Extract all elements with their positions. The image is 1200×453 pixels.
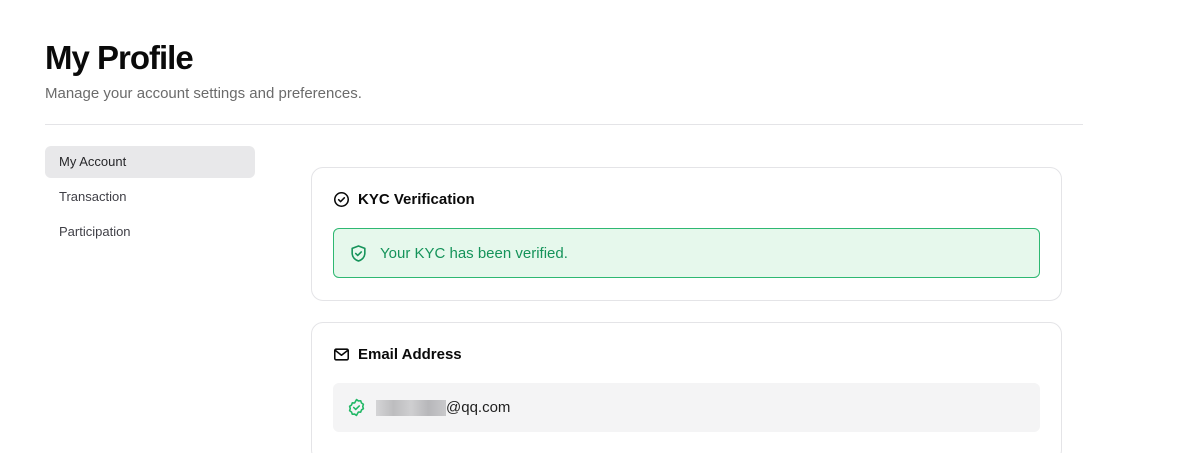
kyc-verification-card: KYC Verification Your KYC has been verif… [311, 167, 1062, 301]
sidebar-item-label: Participation [59, 224, 131, 239]
sidebar-item-label: My Account [59, 154, 127, 169]
sidebar-item-my-account[interactable]: My Account [45, 146, 255, 178]
email-domain: @qq.com [446, 399, 511, 416]
check-circle-icon [333, 191, 350, 208]
email-card-title: Email Address [358, 345, 462, 363]
kyc-card-header: KYC Verification [333, 188, 475, 210]
kyc-card-title: KYC Verification [358, 190, 475, 208]
sidebar-item-label: Transaction [59, 189, 127, 204]
email-value-row: @qq.com [333, 383, 1040, 432]
page-title: My Profile [45, 39, 194, 76]
kyc-status-text: Your KYC has been verified. [380, 244, 568, 262]
sidebar-item-transaction[interactable]: Transaction [45, 181, 255, 213]
sidebar-nav: My Account Transaction Participation [45, 146, 255, 251]
page-subtitle: Manage your account settings and prefere… [45, 85, 362, 102]
email-redacted-mask [376, 399, 446, 416]
kyc-status-banner: Your KYC has been verified. [333, 228, 1040, 278]
header-divider [45, 124, 1083, 125]
sidebar-item-participation[interactable]: Participation [45, 216, 255, 248]
badge-check-icon [347, 398, 366, 417]
shield-check-icon [349, 244, 368, 263]
email-card-header: Email Address [333, 343, 462, 365]
email-address-card: Email Address @qq.com [311, 322, 1062, 453]
mail-icon [333, 346, 350, 363]
profile-page: My Profile Manage your account settings … [0, 0, 1200, 453]
